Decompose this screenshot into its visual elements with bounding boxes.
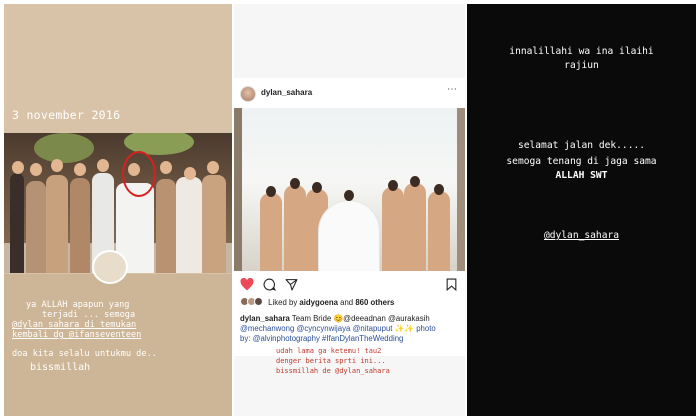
head xyxy=(184,167,196,180)
caption-mention[interactable]: kembali dg @ifanseventeen xyxy=(12,330,141,340)
head xyxy=(410,176,420,187)
condolence-line: selamat jalan dek..... xyxy=(517,140,646,151)
likes-prefix: Liked by xyxy=(268,298,298,307)
post-actions xyxy=(234,275,465,295)
caption-line-2[interactable]: @mechanwong @cyncynwijaya @nitapuput ✨✨ … xyxy=(240,324,460,333)
bridesmaid xyxy=(260,193,282,271)
caption-text: Team Bride 😊@deeadnan @aurakasih xyxy=(291,314,430,323)
condolence-line: innalillahi wa ina ilaihi xyxy=(509,46,654,57)
bride xyxy=(319,201,379,271)
caption-line: terjadi ... semoga xyxy=(42,310,136,320)
bridesmaid xyxy=(382,187,404,271)
pillar xyxy=(457,108,465,271)
story-caption-area xyxy=(4,250,232,416)
head xyxy=(51,159,63,172)
head xyxy=(290,178,300,189)
bridesmaid xyxy=(404,183,426,271)
head xyxy=(312,182,322,193)
likes-user[interactable]: aidygoena xyxy=(299,298,338,307)
mention-link[interactable]: @dylan_sahara xyxy=(467,230,696,241)
more-icon[interactable]: ⋯ xyxy=(447,84,458,95)
guest xyxy=(202,175,226,273)
red-overlay-line: denger berita sprti ini... xyxy=(276,357,386,365)
heart-icon[interactable] xyxy=(240,278,254,291)
head xyxy=(30,163,42,176)
bookmark-icon[interactable] xyxy=(446,278,457,291)
story-panel-left: 3 november 2016 ya ALLAH apapun yang ter… xyxy=(4,4,232,416)
caption-mention[interactable]: @dylan_sahara di temukan xyxy=(12,320,136,330)
guest xyxy=(46,175,68,273)
flower-arch xyxy=(34,133,94,163)
caption-line: bissmillah xyxy=(30,362,91,373)
caption-line-3[interactable]: by: @alvinphotography #IfanDylanTheWeddi… xyxy=(240,334,460,343)
send-icon[interactable] xyxy=(285,278,298,291)
caption-line-1: dylan_sahara Team Bride 😊@deeadnan @aura… xyxy=(240,314,460,323)
condolence-line: semoga tenang di jaga sama xyxy=(506,156,657,167)
head xyxy=(12,161,24,174)
head xyxy=(74,163,86,176)
comment-icon[interactable] xyxy=(263,278,276,291)
instagram-post-card: dylan_sahara ⋯ Liked by aidygoena and 86… xyxy=(234,78,465,356)
liker-avatar xyxy=(254,297,263,306)
condolence-line: ALLAH SWT xyxy=(555,170,608,181)
guest xyxy=(70,178,90,273)
likes-count[interactable]: 860 others xyxy=(355,298,394,307)
head xyxy=(266,186,276,197)
likes-line: Liked by aidygoena and 860 others xyxy=(240,297,394,307)
head xyxy=(160,161,172,174)
story-date: 3 november 2016 xyxy=(12,108,121,122)
sticker-image xyxy=(92,250,128,284)
head xyxy=(97,159,109,172)
story-panel-middle: dylan_sahara ⋯ Liked by aidygoena and 86… xyxy=(234,4,465,416)
head xyxy=(434,184,444,195)
guest xyxy=(10,173,24,273)
caption-line: doa kita selalu untukmu de.. xyxy=(12,349,157,359)
caption-username[interactable]: dylan_sahara xyxy=(240,314,290,323)
head xyxy=(388,180,398,191)
guest xyxy=(26,181,46,273)
pillar xyxy=(234,108,242,271)
head xyxy=(344,190,354,201)
story-panel-right: innalillahi wa ina ilaihi rajiun selamat… xyxy=(467,4,696,416)
post-username[interactable]: dylan_sahara xyxy=(261,88,312,97)
red-overlay-line: bissmillah de @dylan_sahara xyxy=(276,367,390,375)
red-overlay-line: udah lama ga ketemu! tau2 xyxy=(276,347,382,355)
caption-line: ya ALLAH apapun yang xyxy=(26,300,130,310)
guest xyxy=(176,177,202,273)
condolence-line: rajiun xyxy=(564,60,599,71)
post-image xyxy=(234,108,465,271)
avatar[interactable] xyxy=(240,86,256,102)
bridesmaid xyxy=(428,191,450,271)
likes-and: and xyxy=(340,298,354,307)
highlight-circle xyxy=(122,151,156,197)
guest xyxy=(156,179,176,273)
head xyxy=(207,161,219,174)
bridesmaid xyxy=(284,185,306,271)
